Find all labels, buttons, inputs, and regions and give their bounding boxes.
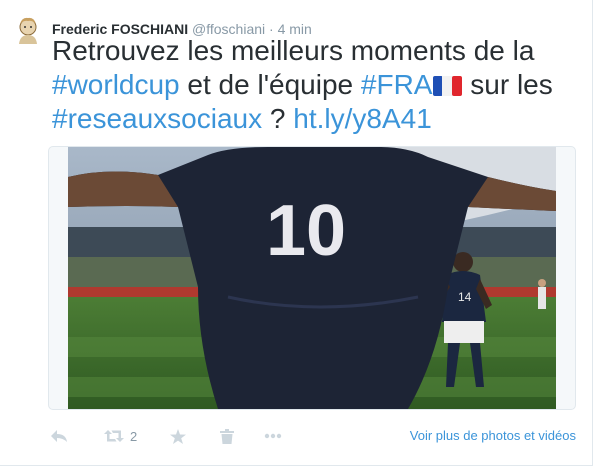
- hashtag-fra[interactable]: #FRA: [361, 69, 433, 100]
- france-flag-icon: [433, 70, 463, 96]
- tweet-text-part: Retrouvez les meilleurs moments de la: [52, 35, 535, 66]
- tweet-text-part: ?: [262, 103, 294, 134]
- trash-icon: [220, 428, 234, 444]
- reply-icon: [51, 430, 67, 442]
- favorite-button[interactable]: [170, 426, 186, 446]
- more-media-link[interactable]: Voir plus de photos et vidéos: [410, 428, 576, 443]
- reply-button[interactable]: [50, 426, 68, 446]
- delete-button[interactable]: [220, 426, 234, 446]
- tweet-text-part: sur les: [462, 69, 553, 100]
- media-card[interactable]: 14 10: [48, 146, 576, 410]
- retweet-count: 2: [130, 428, 138, 444]
- jersey-number: 10: [266, 191, 346, 271]
- tweet-text-part: et de l'équipe: [179, 69, 361, 100]
- star-icon: [170, 428, 186, 444]
- more-button[interactable]: [264, 426, 282, 446]
- retweet-button[interactable]: 2: [104, 426, 137, 446]
- more-dots-icon: [264, 433, 282, 439]
- retweet-icon: [104, 430, 124, 442]
- hashtag-reseauxsociaux[interactable]: #reseauxsociaux: [52, 103, 262, 134]
- tweet-photo[interactable]: 14 10: [68, 147, 556, 409]
- tweet-link[interactable]: ht.ly/y8A41: [293, 103, 432, 134]
- hashtag-worldcup[interactable]: #worldcup: [52, 69, 180, 100]
- player2-number: 14: [458, 290, 472, 304]
- tweet-text: Retrouvez les meilleurs moments de la #w…: [52, 34, 582, 136]
- avatar[interactable]: [12, 14, 44, 46]
